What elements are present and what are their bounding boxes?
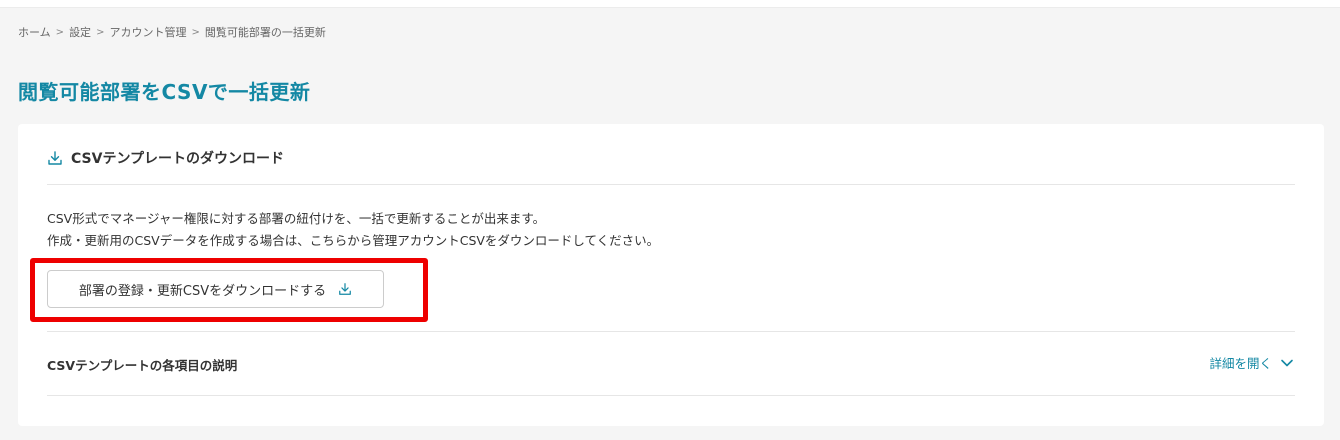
breadcrumb-item-settings[interactable]: 設定	[69, 24, 91, 40]
breadcrumb-separator: >	[96, 26, 105, 38]
details-toggle[interactable]: 詳細を開く	[1209, 353, 1294, 372]
download-csv-button-label: 部署の登録・更新CSVをダウンロードする	[78, 283, 327, 299]
section-heading-label: CSVテンプレートのダウンロード	[71, 151, 285, 167]
template-card: CSVテンプレートのダウンロード CSV形式でマネージャー権限に対する部署の紐付…	[18, 124, 1324, 426]
top-bar	[0, 0, 1340, 8]
download-icon	[48, 151, 62, 165]
download-icon	[339, 283, 351, 295]
details-toggle-label: 詳細を開く	[1209, 356, 1272, 371]
description: CSV形式でマネージャー権限に対する部署の紐付けを、一括で更新することが出来ます…	[47, 208, 659, 252]
breadcrumb-separator: >	[55, 26, 65, 38]
breadcrumb-item-current: 閲覧可能部署の一括更新	[204, 26, 326, 39]
section-heading-template-download: CSVテンプレートのダウンロード	[47, 148, 284, 168]
divider	[47, 395, 1295, 396]
divider	[47, 184, 1295, 185]
download-csv-button[interactable]: 部署の登録・更新CSVをダウンロードする	[47, 270, 384, 308]
breadcrumb-separator: >	[191, 26, 200, 38]
explanation-title: CSVテンプレートの各項目の説明	[47, 358, 238, 373]
breadcrumb: ホーム > 設定 > アカウント管理 > 閲覧可能部署の一括更新	[18, 24, 326, 40]
page-title: 閲覧可能部署をCSVで一括更新	[18, 80, 311, 104]
breadcrumb-item-home[interactable]: ホーム	[18, 24, 51, 40]
description-line-1: CSV形式でマネージャー権限に対する部署の紐付けを、一括で更新することが出来ます…	[47, 211, 546, 226]
breadcrumb-item-account-management[interactable]: アカウント管理	[109, 24, 186, 40]
divider	[47, 331, 1295, 332]
chevron-down-icon	[1281, 359, 1293, 366]
description-line-2: 作成・更新用のCSVデータを作成する場合は、こちらから管理アカウントCSVをダウ…	[47, 233, 660, 248]
